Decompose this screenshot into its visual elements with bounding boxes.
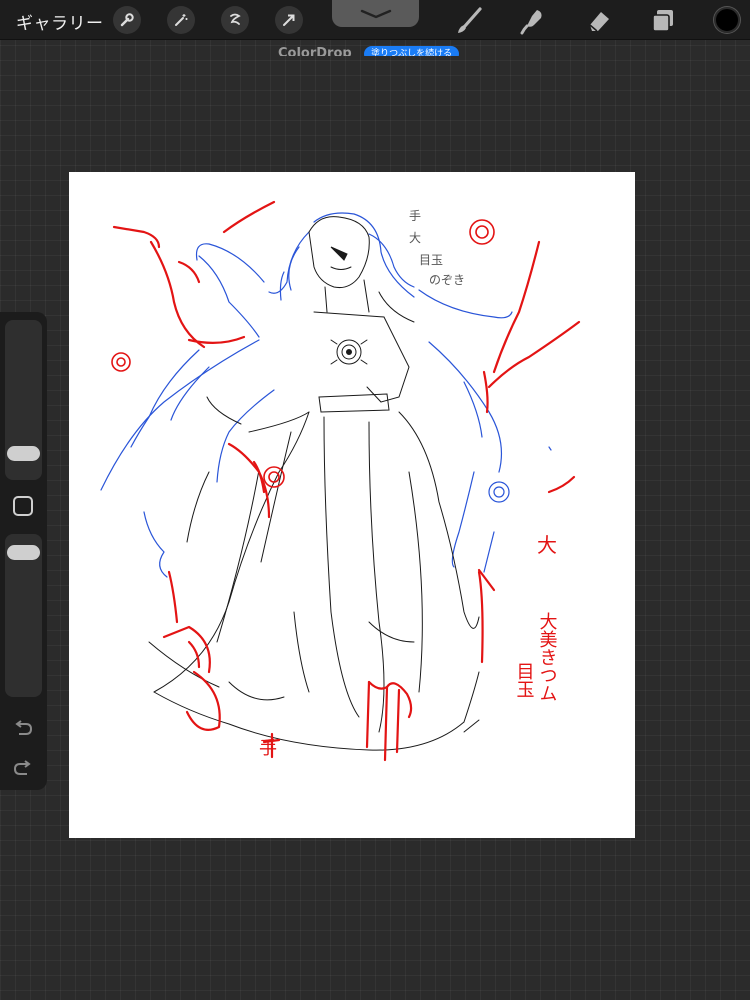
wrench-icon[interactable] [113, 6, 141, 34]
smudge-icon[interactable] [518, 6, 548, 36]
note-2: 大 [409, 231, 421, 245]
layers-icon[interactable] [648, 6, 678, 36]
opacity-thumb[interactable] [7, 545, 40, 560]
continue-fill-button[interactable]: 塗りつぶしを続ける [364, 46, 460, 56]
brush-size-thumb[interactable] [7, 446, 40, 461]
gallery-button[interactable]: ギャラリー [16, 9, 104, 34]
modify-button[interactable] [13, 496, 33, 516]
transform-arrow-icon[interactable] [275, 6, 303, 34]
selection-icon[interactable] [221, 6, 249, 34]
toolbar-pull-handle[interactable] [332, 0, 419, 27]
handwritten-notes: 手 大 目玉 のぞき [409, 209, 465, 287]
magic-wand-icon[interactable] [167, 6, 195, 34]
red-sketch-strokes [111, 200, 581, 762]
brush-size-slider[interactable] [5, 320, 42, 480]
current-color-swatch[interactable] [714, 7, 740, 33]
vertical-title-2: 大美きつム [537, 612, 558, 702]
note-1: 手 [409, 209, 421, 223]
drawing-canvas[interactable]: 手 大 目玉 のぞき 大 大美きつム 目玉 手 [69, 172, 635, 838]
note-4: のぞき [429, 273, 465, 287]
brush-icon[interactable] [454, 6, 484, 36]
redo-icon[interactable] [12, 757, 34, 779]
sketch-artwork: 手 大 目玉 のぞき 大 大美きつム 目玉 手 [100, 200, 581, 762]
left-sidebar [0, 312, 47, 790]
eraser-icon[interactable] [583, 6, 613, 36]
hint-title: ColorDrop [278, 46, 352, 56]
vertical-title-3: 目玉 [514, 662, 535, 698]
bottom-char: 手 [259, 738, 277, 759]
vertical-title-1: 大 [537, 533, 557, 557]
undo-icon[interactable] [12, 717, 34, 739]
colordrop-hint: ColorDrop 塗りつぶしを続ける [278, 44, 478, 56]
top-toolbar: ギャラリー [0, 0, 750, 40]
note-3: 目玉 [419, 253, 443, 267]
red-vertical-notes: 大 大美きつム 目玉 手 [259, 533, 558, 759]
opacity-slider[interactable] [5, 534, 42, 697]
